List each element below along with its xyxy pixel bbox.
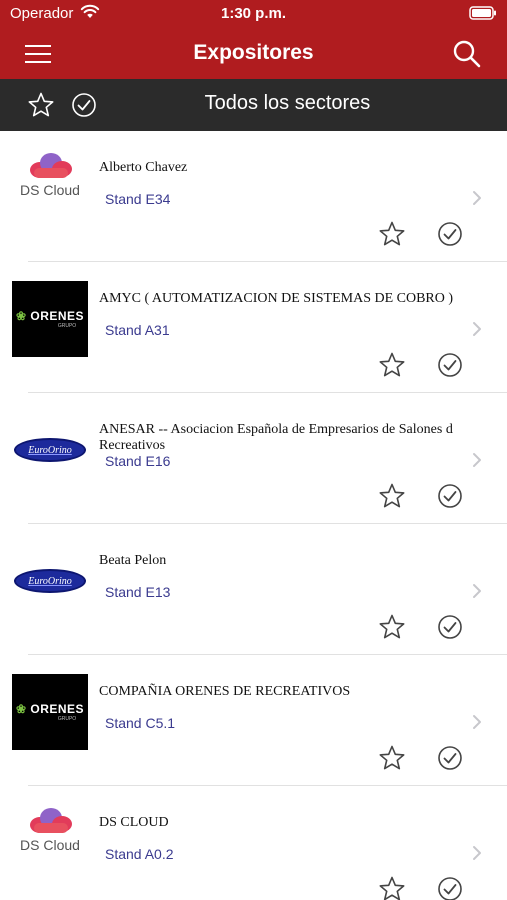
euroorino-logo: EuroOrino (12, 412, 88, 488)
exhibitor-list: DS Cloud Alberto Chavez Stand E34 ❀ OREN… (0, 131, 507, 900)
chevron-right-icon (473, 584, 481, 598)
star-icon (379, 614, 405, 639)
favorites-filter-button[interactable] (27, 91, 55, 119)
favorite-button[interactable] (378, 482, 406, 510)
exhibitor-stand: Stand E13 (105, 584, 171, 600)
orenes-logo: ❀ ORENES GRUPO (12, 674, 88, 750)
orenes-mark-icon: ❀ (15, 702, 27, 716)
logo-text: EuroOrino (14, 569, 86, 593)
logo-text: EuroOrino (14, 438, 86, 462)
filter-bar: Todos los sectores (0, 79, 507, 131)
orenes-mark-icon: ❀ (15, 309, 27, 323)
exhibitor-name: ANESAR -- Asociacion Española de Empresa… (99, 422, 453, 453)
check-circle-icon (438, 484, 462, 508)
ds-cloud-logo: DS Cloud (12, 150, 88, 226)
battery-icon (469, 6, 497, 25)
visited-button[interactable] (436, 351, 464, 379)
page-title: Expositores (193, 41, 314, 64)
navigation-bar: Expositores (0, 28, 507, 79)
logo-text: DS Cloud (20, 182, 80, 198)
favorite-button[interactable] (378, 220, 406, 248)
chevron-right-icon (473, 191, 481, 205)
favorite-button[interactable] (378, 744, 406, 772)
list-item[interactable]: EuroOrino ANESAR -- Asociacion Española … (0, 393, 507, 524)
exhibitor-name: COMPAÑIA ORENES DE RECREATIVOS (99, 684, 351, 699)
visited-filter-button[interactable] (70, 91, 98, 119)
logo-subtext: GRUPO (57, 716, 77, 722)
orenes-logo: ❀ ORENES GRUPO (12, 281, 88, 357)
logo-text: ORENES (30, 702, 85, 716)
visited-button[interactable] (436, 744, 464, 772)
exhibitor-stand: Stand A31 (105, 322, 170, 338)
star-icon (28, 92, 54, 117)
check-circle-icon (438, 877, 462, 900)
favorite-button[interactable] (378, 875, 406, 900)
star-icon (379, 221, 405, 246)
status-time: 1:30 p.m. (220, 5, 287, 22)
chevron-right-icon (473, 453, 481, 467)
chevron-right-icon (473, 715, 481, 729)
sector-selector[interactable]: Todos los sectores (170, 92, 405, 115)
list-item[interactable]: ❀ ORENES GRUPO AMYC ( AUTOMATIZACION DE … (0, 262, 507, 393)
ds-cloud-logo: DS Cloud (12, 805, 88, 881)
search-icon (453, 40, 481, 68)
exhibitor-stand: Stand E34 (105, 191, 171, 207)
visited-button[interactable] (436, 613, 464, 641)
logo-subtext: GRUPO (57, 323, 77, 329)
exhibitor-name: Beata Pelon (99, 553, 167, 568)
cloud-icon (30, 808, 72, 833)
list-item[interactable]: DS Cloud Alberto Chavez Stand E34 (0, 131, 507, 262)
exhibitor-stand: Stand E16 (105, 453, 171, 469)
logo-text: ORENES (30, 309, 85, 323)
chevron-right-icon (473, 322, 481, 336)
list-item[interactable]: EuroOrino Beata Pelon Stand E13 (0, 524, 507, 655)
logo-text: DS Cloud (20, 837, 80, 853)
favorite-button[interactable] (378, 613, 406, 641)
list-item[interactable]: DS Cloud DS CLOUD Stand A0.2 (0, 786, 507, 900)
check-circle-icon (438, 615, 462, 639)
euroorino-logo: EuroOrino (12, 543, 88, 619)
cloud-icon (30, 153, 72, 178)
check-circle-icon (438, 222, 462, 246)
search-button[interactable] (451, 38, 483, 70)
exhibitor-name: AMYC ( AUTOMATIZACION DE SISTEMAS DE COB… (99, 291, 454, 306)
visited-button[interactable] (436, 482, 464, 510)
visited-button[interactable] (436, 220, 464, 248)
check-circle-icon (72, 93, 96, 117)
star-icon (379, 352, 405, 377)
status-bar: Operador 1:30 p.m. (0, 0, 507, 28)
star-icon (379, 876, 405, 900)
visited-button[interactable] (436, 875, 464, 900)
chevron-right-icon (473, 846, 481, 860)
star-icon (379, 745, 405, 770)
exhibitor-name: DS CLOUD (99, 815, 169, 830)
favorite-button[interactable] (378, 351, 406, 379)
list-item[interactable]: ❀ ORENES GRUPO COMPAÑIA ORENES DE RECREA… (0, 655, 507, 786)
exhibitor-stand: Stand C5.1 (105, 715, 176, 731)
star-icon (379, 483, 405, 508)
check-circle-icon (438, 353, 462, 377)
exhibitor-stand: Stand A0.2 (105, 846, 174, 862)
exhibitor-name: Alberto Chavez (99, 160, 188, 175)
check-circle-icon (438, 746, 462, 770)
